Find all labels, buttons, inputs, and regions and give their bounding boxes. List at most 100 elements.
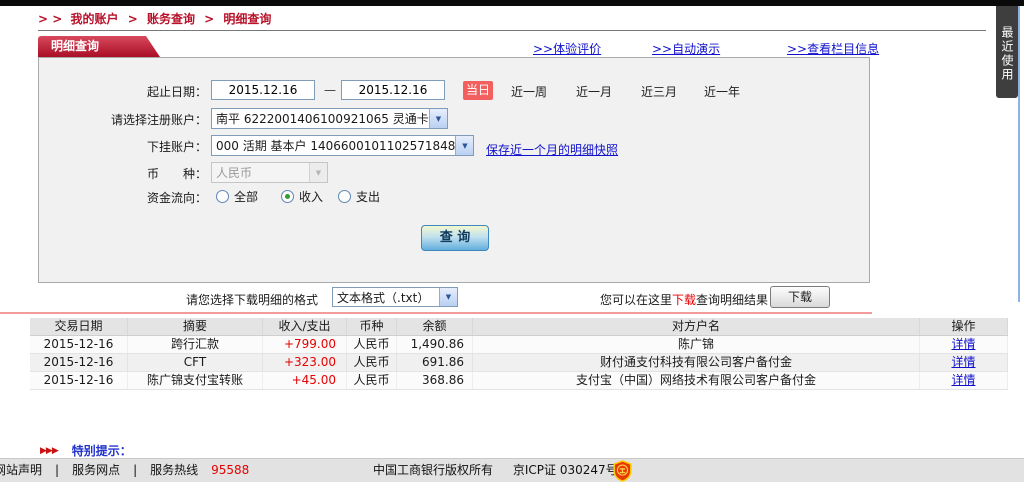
date-range-label: 起止日期： [146,85,207,99]
flow-option-expense-label: 支出 [356,190,381,204]
breadcrumb-prefix: > > [38,12,63,26]
flow-option-income-label: 收入 [299,190,324,204]
section-divider [0,312,872,314]
download-button[interactable]: 下载 [770,286,830,308]
breadcrumb-account-query[interactable]: 账务查询 [147,12,195,26]
breadcrumb-my-account[interactable]: 我的账户 [70,12,118,26]
footer-links: 网站声明 | 服务网点 | 服务热线 95588 [0,459,249,481]
col-header-balance: 余额 [397,318,473,335]
header-divider [38,30,986,31]
radio-checked-icon [281,190,294,203]
cell-date: 2015-12-16 [30,354,128,371]
flow-option-all-label: 全部 [234,190,259,204]
cell-amount: +799.00 [263,336,347,353]
download-hint-pre: 您可以在这里 [600,293,673,307]
range-month-button[interactable]: 近一月 [576,83,612,100]
cell-balance: 1,490.86 [397,336,473,353]
col-header-date: 交易日期 [30,318,128,335]
icp-badge-icon [613,460,632,482]
registered-account-label: 请选择注册账户： [110,113,207,127]
site-statement-link[interactable]: 网站声明 [0,459,42,481]
cell-date: 2015-12-16 [30,372,128,389]
cell-counterparty: 支付宝（中国）网络技术有限公司客户备付金 [473,372,920,389]
table-header-row: 交易日期 摘要 收入/支出 币种 余额 对方户名 操作 [30,318,1008,336]
column-info-link[interactable]: >>查看栏目信息 [787,40,879,57]
cell-currency: 人民币 [347,354,397,371]
special-notice: ▶▶▶ 特别提示： [40,442,132,459]
triple-arrow-icon: ▶▶▶ [40,445,59,456]
cell-counterparty: 财付通支付科技有限公司客户备付金 [473,354,920,371]
detail-link[interactable]: 详情 [951,355,975,369]
query-button[interactable]: 查 询 [421,225,489,251]
col-header-currency: 币种 [347,318,397,335]
radio-icon [338,190,351,203]
experience-rating-link[interactable]: >>体验评价 [533,40,601,57]
hotline-number: 95588 [211,463,250,477]
page: > > 我的账户 > 账务查询 > 明细查询 明细查询 >>体验评价 >>自动演… [0,0,1024,482]
download-hint: 您可以在这里下载查询明细结果 [600,291,768,308]
date-from-input[interactable] [211,80,315,100]
footer-bar: 网站声明 | 服务网点 | 服务热线 95588 中国工商银行版权所有 京ICP… [0,458,1024,482]
chevron-down-icon: ▼ [439,288,457,306]
currency-value: 人民币 [216,166,253,180]
flow-option-income[interactable]: 收入 [281,188,323,205]
chevron-down-icon: ▼ [429,109,447,128]
right-edge-line [1018,6,1020,302]
date-dash: — [324,83,336,97]
breadcrumb-separator: > [127,12,138,26]
download-format-label: 请您选择下载明细的格式 [186,293,319,307]
chevron-down-icon: ▼ [309,163,327,182]
special-notice-label: 特别提示： [71,444,132,458]
registered-account-value: 南平 6222001406100921065 灵通卡 [216,112,429,126]
cell-summary: 陈广锦支付宝转账 [128,372,263,389]
cell-currency: 人民币 [347,336,397,353]
download-format-value: 文本格式（.txt） [337,290,430,305]
breadcrumb-detail-query[interactable]: 明细查询 [223,12,271,26]
breadcrumb: > > 我的账户 > 账务查询 > 明细查询 [38,10,275,27]
download-hint-post: 查询明细结果 [696,293,769,307]
col-header-summary: 摘要 [128,318,263,335]
transactions-table: 交易日期 摘要 收入/支出 币种 余额 对方户名 操作 2015-12-16 跨… [30,318,1008,390]
flow-option-all[interactable]: 全部 [216,188,258,205]
query-form-panel: 起止日期： — 当日 近一周 近一月 近三月 近一年 请选择注册账户： 南平 6… [38,57,870,283]
currency-select: 人民币 ▼ [211,162,328,183]
cell-counterparty: 陈广锦 [473,336,920,353]
range-today-button[interactable]: 当日 [463,81,493,100]
sub-account-select[interactable]: 000 活期 基本户 1406600101102571848 ▼ [211,135,474,156]
table-row: 2015-12-16 陈广锦支付宝转账 +45.00 人民币 368.86 支付… [30,372,1008,390]
detail-link[interactable]: 详情 [951,337,975,351]
cell-amount: +323.00 [263,354,347,371]
col-header-counterparty: 对方户名 [473,318,920,335]
recent-use-tab[interactable]: 最近使用 [996,6,1018,98]
cell-summary: 跨行汇款 [128,336,263,353]
cell-amount: +45.00 [263,372,347,389]
table-row: 2015-12-16 跨行汇款 +799.00 人民币 1,490.86 陈广锦… [30,336,1008,354]
range-week-button[interactable]: 近一周 [511,83,547,100]
currency-label: 币 种： [146,167,207,181]
registered-account-select[interactable]: 南平 6222001406100921065 灵通卡 ▼ [211,108,448,129]
date-to-input[interactable] [341,80,445,100]
copyright-text: 中国工商银行版权所有 [373,463,494,477]
cell-balance: 368.86 [397,372,473,389]
service-outlets-link[interactable]: 服务网点 [72,459,120,481]
range-quarter-button[interactable]: 近三月 [641,83,677,100]
auto-demo-link[interactable]: >>自动演示 [652,40,720,57]
fund-flow-label: 资金流向： [146,191,207,205]
sub-account-value: 000 活期 基本户 1406600101102571848 [216,139,456,153]
hotline-label: 服务热线 [150,463,199,477]
icp-license: 京ICP证 030247号 [512,463,618,477]
top-black-bar [0,0,1024,6]
flow-option-expense[interactable]: 支出 [338,188,380,205]
snapshot-link[interactable]: 保存近一个月的明细快照 [486,141,618,158]
download-format-select[interactable]: 文本格式（.txt） ▼ [332,287,458,307]
col-header-action: 操作 [920,318,1008,335]
cell-balance: 691.86 [397,354,473,371]
footer-separator: | [133,463,138,477]
cell-currency: 人民币 [347,372,397,389]
col-header-amount: 收入/支出 [263,318,347,335]
detail-link[interactable]: 详情 [951,373,975,387]
chevron-down-icon: ▼ [455,136,473,155]
range-year-button[interactable]: 近一年 [704,83,740,100]
footer-separator: | [55,463,60,477]
table-row: 2015-12-16 CFT +323.00 人民币 691.86 财付通支付科… [30,354,1008,372]
